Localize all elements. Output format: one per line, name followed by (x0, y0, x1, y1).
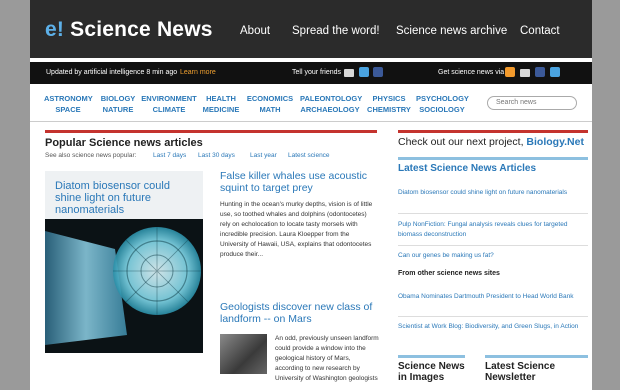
section-rule (398, 130, 588, 133)
category-line: SOCIOLOGY (419, 105, 465, 114)
list-divider (398, 213, 588, 214)
list-divider (398, 245, 588, 246)
nav-science-news-archive[interactable]: Science news archive (396, 25, 507, 37)
page: e! Science News About Spread the word! S… (30, 0, 592, 390)
article-thumbnail[interactable] (220, 334, 267, 374)
site-logo[interactable]: e! Science News (45, 18, 213, 42)
category-economics-math[interactable]: ECONOMICS MATH (246, 93, 294, 115)
latest-news-link[interactable]: Pulp NonFiction: Fungal analysis reveals… (398, 220, 583, 240)
see-also-label: See also science news popular: (45, 152, 137, 159)
article-title[interactable]: False killer whales use acoustic squint … (220, 170, 385, 194)
section-rule (398, 157, 588, 160)
tell-friends-label: Tell your friends (292, 69, 342, 76)
category-physics-chemistry[interactable]: PHYSICS CHEMISTRY (367, 93, 411, 115)
category-health-medicine[interactable]: HEALTH MEDICINE (200, 93, 242, 115)
other-site-link[interactable]: Scientist at Work Blog: Biodiversity, an… (398, 322, 583, 332)
latest-news-link[interactable]: Can our genes be making us fat? (398, 251, 583, 261)
other-site-link[interactable]: Obama Nominates Dartmouth President to H… (398, 292, 583, 302)
category-line: ECONOMICS (246, 94, 294, 103)
learn-more-link[interactable]: Learn more (180, 69, 216, 76)
get-news-label: Get science news via (438, 69, 505, 76)
logo-text: Science News (70, 18, 213, 41)
category-line: ENVIRONMENT (141, 94, 197, 103)
divider (30, 121, 592, 122)
category-line: ASTRONOMY (44, 94, 93, 103)
category-paleontology-archaeology[interactable]: PALEONTOLOGY ARCHAEOLOGY (300, 93, 363, 115)
category-line: MEDICINE (202, 105, 240, 114)
nav-spread-the-word[interactable]: Spread the word! (292, 25, 380, 37)
rss-icon[interactable] (505, 67, 515, 77)
twitter-icon[interactable] (359, 67, 369, 77)
search-input[interactable]: Search news (487, 96, 577, 110)
period-link-30-days[interactable]: Last 30 days (198, 152, 235, 159)
category-line: PHYSICS (372, 94, 406, 103)
images-heading[interactable]: Science News in Images (398, 361, 468, 383)
period-link-7-days[interactable]: Last 7 days (153, 152, 186, 159)
project-promo: Check out our next project, Biology.Net (398, 136, 584, 148)
other-sites-heading: From other science news sites (398, 270, 500, 277)
diatom-illustration (45, 219, 203, 353)
email-icon[interactable] (344, 69, 354, 77)
category-line: HEALTH (206, 94, 236, 103)
period-link-last-year[interactable]: Last year (250, 152, 277, 159)
category-line: BIOLOGY (100, 94, 136, 103)
category-biology-nature[interactable]: BIOLOGY NATURE (96, 93, 140, 115)
facebook-icon[interactable] (373, 67, 383, 77)
section-rule (398, 355, 465, 358)
category-line: CLIMATE (152, 105, 186, 114)
article-summary: Hunting in the ocean's murky depths, vis… (220, 201, 373, 258)
period-link-latest[interactable]: Latest science (288, 152, 330, 159)
category-line: PALEONTOLOGY (300, 94, 363, 103)
facebook-icon[interactable] (535, 67, 545, 77)
feature-title[interactable]: Diatom biosensor could shine light on fu… (55, 180, 195, 216)
section-rule (45, 130, 377, 133)
category-astronomy-space[interactable]: ASTRONOMY SPACE (44, 93, 93, 115)
site-header: e! Science News About Spread the word! S… (30, 0, 592, 58)
updated-text: Updated by artificial intelligence 8 min… (46, 69, 178, 76)
email-icon[interactable] (520, 69, 530, 77)
section-rule (485, 355, 588, 358)
article-title[interactable]: Geologists discover new class of landfor… (220, 301, 385, 325)
feature-card[interactable]: Diatom biosensor could shine light on fu… (45, 171, 203, 353)
list-divider (398, 316, 588, 317)
article-summary: An odd, previously unseen landform could… (275, 335, 379, 382)
logo-mark: e! (45, 18, 65, 41)
latest-news-heading[interactable]: Latest Science News Articles (398, 163, 536, 174)
diatom-image[interactable] (45, 219, 203, 353)
category-line: SPACE (55, 105, 81, 114)
project-text: Check out our next project, (398, 136, 524, 148)
category-line: NATURE (102, 105, 134, 114)
latest-news-link[interactable]: Diatom biosensor could shine light on fu… (398, 188, 583, 198)
nav-contact[interactable]: Contact (520, 25, 560, 37)
category-line: ARCHAEOLOGY (300, 105, 360, 114)
popular-heading: Popular Science news articles (45, 137, 203, 149)
category-line: CHEMISTRY (367, 105, 411, 114)
category-psychology-sociology[interactable]: PSYCHOLOGY SOCIOLOGY (416, 93, 469, 115)
info-strip: Updated by artificial intelligence 8 min… (30, 62, 592, 84)
category-line: MATH (259, 105, 281, 114)
category-environment-climate[interactable]: ENVIRONMENT CLIMATE (141, 93, 197, 115)
project-link[interactable]: Biology.Net (526, 136, 584, 148)
category-line: PSYCHOLOGY (416, 94, 469, 103)
twitter-icon[interactable] (550, 67, 560, 77)
newsletter-heading[interactable]: Latest Science Newsletter (485, 361, 585, 383)
nav-about[interactable]: About (240, 25, 270, 37)
